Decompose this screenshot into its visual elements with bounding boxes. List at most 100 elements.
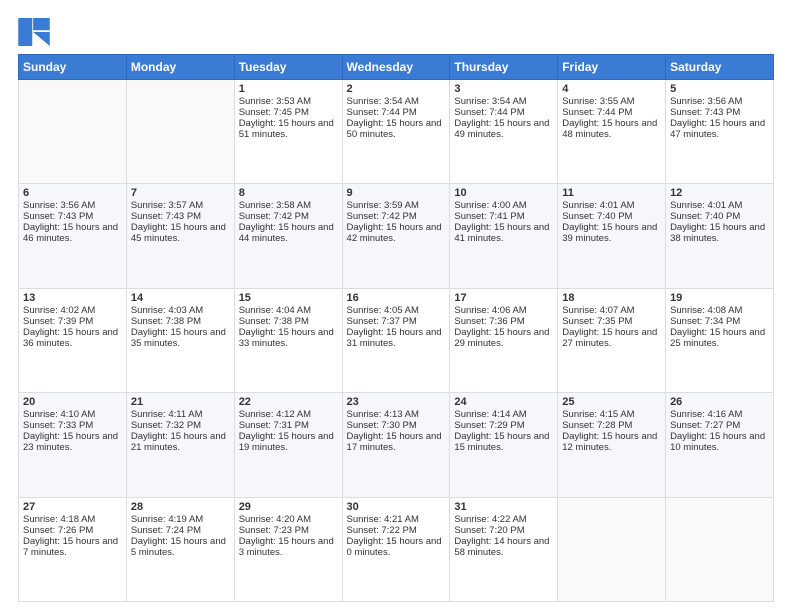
calendar-cell: 16Sunrise: 4:05 AMSunset: 7:37 PMDayligh… [342,288,450,392]
calendar-cell: 2Sunrise: 3:54 AMSunset: 7:44 PMDaylight… [342,80,450,184]
calendar-cell: 1Sunrise: 3:53 AMSunset: 7:45 PMDaylight… [234,80,342,184]
calendar-week-3: 13Sunrise: 4:02 AMSunset: 7:39 PM Dayligh… [19,288,774,392]
sunrise: Sunrise: 3:53 AM [239,96,311,107]
sunset: Sunset: 7:20 PM [454,525,524,536]
sunset: Sunset: 7:31 PM [239,420,309,431]
daylight: Daylight: 15 hours and 50 minutes. [347,118,442,140]
sunrise: Sunrise: 4:03 AM [131,305,203,316]
sunrise: Sunrise: 3:56 AM [23,200,95,211]
calendar-cell: 12Sunrise: 4:01 AMSunset: 7:40 PMDayligh… [666,184,774,288]
sunset: Sunset: 7:33 PM [23,420,93,431]
calendar-cell: 26Sunrise: 4:16 AMSunset: 7:27 PMDayligh… [666,393,774,497]
calendar-week-2: 6Sunrise: 3:56 AMSunset: 7:43 PMDaylight… [19,184,774,288]
sunset: Sunset: 7:39 PM [23,316,93,327]
sunrise: Sunrise: 4:10 AM [23,409,95,420]
calendar-cell: 9Sunrise: 3:59 AMSunset: 7:42 PMDaylight… [342,184,450,288]
daylight: Daylight: 15 hours and 25 minutes. [670,327,765,349]
day-number: 29 [239,501,338,513]
sunset: Sunset: 7:45 PM [239,107,309,118]
day-number: 2 [347,83,446,95]
daylight: Daylight: 15 hours and 5 minutes. [131,536,226,558]
sunrise: Sunrise: 4:21 AM [347,514,419,525]
day-number: 28 [131,501,230,513]
daylight: Daylight: 15 hours and 42 minutes. [347,222,442,244]
logo-icon [18,18,50,46]
calendar-cell: 14Sunrise: 4:03 AMSunset: 7:38 PMDayligh… [126,288,234,392]
calendar-cell: 19Sunrise: 4:08 AMSunset: 7:34 PMDayligh… [666,288,774,392]
day-number: 16 [347,292,446,304]
day-number: 18 [562,292,661,304]
daylight: Daylight: 15 hours and 49 minutes. [454,118,549,140]
sunset: Sunset: 7:42 PM [347,211,417,222]
daylight: Daylight: 15 hours and 27 minutes. [562,327,657,349]
calendar-cell [19,80,127,184]
daylight: Daylight: 15 hours and 0 minutes. [347,536,442,558]
day-number: 31 [454,501,553,513]
day-number: 9 [347,187,446,199]
calendar-cell: 27Sunrise: 4:18 AMSunset: 7:26 PMDayligh… [19,497,127,601]
sunset: Sunset: 7:44 PM [562,107,632,118]
sunrise: Sunrise: 4:13 AM [347,409,419,420]
weekday-header-saturday: Saturday [666,55,774,80]
sunset: Sunset: 7:43 PM [23,211,93,222]
calendar-cell [126,80,234,184]
sunset: Sunset: 7:23 PM [239,525,309,536]
day-number: 17 [454,292,553,304]
daylight: Daylight: 15 hours and 29 minutes. [454,327,549,349]
sunset: Sunset: 7:34 PM [670,316,740,327]
daylight: Daylight: 15 hours and 47 minutes. [670,118,765,140]
sunrise: Sunrise: 4:14 AM [454,409,526,420]
calendar-cell: 18Sunrise: 4:07 AMSunset: 7:35 PMDayligh… [558,288,666,392]
calendar-week-4: 20Sunrise: 4:10 AMSunset: 7:33 PMDayligh… [19,393,774,497]
calendar-cell: 10Sunrise: 4:00 AMSunset: 7:41 PMDayligh… [450,184,558,288]
day-number: 10 [454,187,553,199]
calendar-cell: 8Sunrise: 3:58 AMSunset: 7:42 PMDaylight… [234,184,342,288]
page: SundayMondayTuesdayWednesdayThursdayFrid… [0,0,792,612]
sunset: Sunset: 7:32 PM [131,420,201,431]
calendar-cell: 7Sunrise: 3:57 AMSunset: 7:43 PMDaylight… [126,184,234,288]
sunrise: Sunrise: 3:54 AM [347,96,419,107]
daylight: Daylight: 15 hours and 31 minutes. [347,327,442,349]
daylight: Daylight: 15 hours and 3 minutes. [239,536,334,558]
day-number: 14 [131,292,230,304]
daylight: Daylight: 15 hours and 35 minutes. [131,327,226,349]
day-number: 26 [670,396,769,408]
weekday-header-monday: Monday [126,55,234,80]
calendar-cell: 13Sunrise: 4:02 AMSunset: 7:39 PMDayligh… [19,288,127,392]
sunrise: Sunrise: 3:58 AM [239,200,311,211]
day-number: 13 [23,292,122,304]
calendar-cell: 4Sunrise: 3:55 AMSunset: 7:44 PMDaylight… [558,80,666,184]
calendar-cell: 25Sunrise: 4:15 AMSunset: 7:28 PMDayligh… [558,393,666,497]
calendar-table: SundayMondayTuesdayWednesdayThursdayFrid… [18,54,774,602]
calendar-cell: 20Sunrise: 4:10 AMSunset: 7:33 PMDayligh… [19,393,127,497]
day-number: 5 [670,83,769,95]
sunrise: Sunrise: 4:18 AM [23,514,95,525]
sunset: Sunset: 7:42 PM [239,211,309,222]
daylight: Daylight: 15 hours and 39 minutes. [562,222,657,244]
sunrise: Sunrise: 4:01 AM [670,200,742,211]
day-number: 27 [23,501,122,513]
logo [18,18,54,46]
sunrise: Sunrise: 3:59 AM [347,200,419,211]
sunrise: Sunrise: 4:19 AM [131,514,203,525]
calendar-cell: 11Sunrise: 4:01 AMSunset: 7:40 PMDayligh… [558,184,666,288]
sunrise: Sunrise: 4:22 AM [454,514,526,525]
calendar-cell: 5Sunrise: 3:56 AMSunset: 7:43 PMDaylight… [666,80,774,184]
day-number: 6 [23,187,122,199]
calendar-week-5: 27Sunrise: 4:18 AMSunset: 7:26 PMDayligh… [19,497,774,601]
sunset: Sunset: 7:41 PM [454,211,524,222]
sunrise: Sunrise: 4:15 AM [562,409,634,420]
daylight: Daylight: 15 hours and 48 minutes. [562,118,657,140]
weekday-header-thursday: Thursday [450,55,558,80]
day-number: 23 [347,396,446,408]
sunset: Sunset: 7:22 PM [347,525,417,536]
sunrise: Sunrise: 4:02 AM [23,305,95,316]
sunrise: Sunrise: 4:04 AM [239,305,311,316]
sunset: Sunset: 7:38 PM [131,316,201,327]
day-number: 12 [670,187,769,199]
sunrise: Sunrise: 4:07 AM [562,305,634,316]
sunset: Sunset: 7:40 PM [562,211,632,222]
day-number: 21 [131,396,230,408]
sunrise: Sunrise: 4:20 AM [239,514,311,525]
daylight: Daylight: 15 hours and 46 minutes. [23,222,118,244]
